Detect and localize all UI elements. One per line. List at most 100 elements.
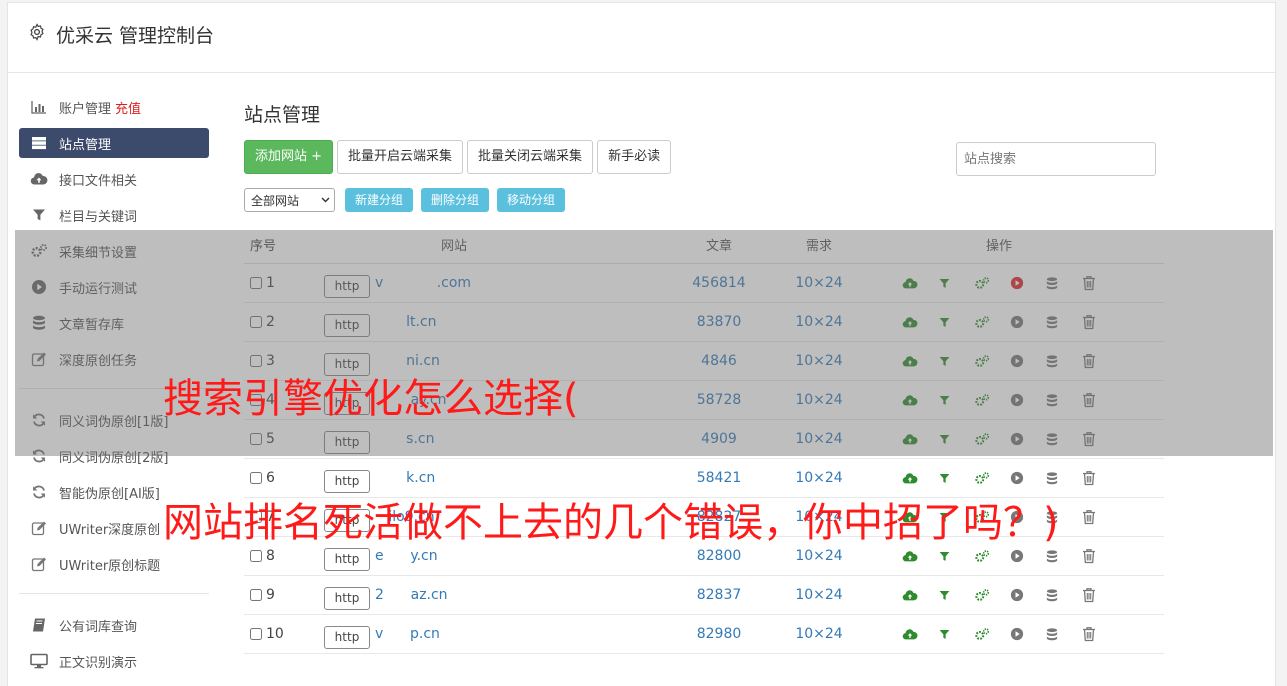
- play-icon[interactable]: [1010, 585, 1046, 605]
- protocol-badge[interactable]: http: [324, 625, 370, 649]
- play-icon[interactable]: [1010, 546, 1046, 566]
- filter-icon[interactable]: [938, 468, 974, 488]
- site-search-input[interactable]: [956, 142, 1156, 176]
- article-count[interactable]: 58421: [664, 470, 774, 486]
- cogs-icon[interactable]: [974, 585, 1010, 605]
- watermark-line-2: 网站排名死活做不上去的几个错误，你中招了吗？): [163, 500, 1059, 546]
- table-row: 10 http v p.cn 82980 10×24: [244, 615, 1164, 654]
- cloud-upload-icon[interactable]: [902, 468, 938, 488]
- database-icon[interactable]: [1046, 468, 1082, 488]
- article-count[interactable]: 82800: [664, 548, 774, 564]
- batch-enable-cloud-button[interactable]: 批量开启云端采集: [337, 140, 464, 174]
- sidebar-divider: [19, 593, 209, 594]
- watermark-line-1: 搜索引擎优化怎么选择(: [163, 376, 579, 422]
- demand-value[interactable]: 10×24: [774, 548, 864, 564]
- demand-value[interactable]: 10×24: [774, 470, 864, 486]
- filter-icon[interactable]: [938, 585, 974, 605]
- row-actions: [864, 624, 1164, 644]
- move-group-button[interactable]: 移动分组: [497, 188, 566, 212]
- site-link[interactable]: e y.cn: [375, 548, 438, 564]
- recharge-link[interactable]: 充值: [115, 98, 141, 117]
- protocol-badge[interactable]: http: [324, 586, 370, 610]
- chevron-down-icon: [321, 197, 330, 203]
- sidebar-item-label: 接口文件相关: [59, 173, 138, 189]
- trash-icon[interactable]: [1082, 507, 1118, 527]
- row-checkbox[interactable]: [250, 550, 262, 562]
- bar-chart-icon: [30, 99, 48, 115]
- play-icon[interactable]: [1010, 468, 1046, 488]
- cloud-upload-icon[interactable]: [902, 546, 938, 566]
- page-title: 站点管理: [244, 104, 321, 126]
- sidebar-item-label: 栏目与关键词: [59, 209, 138, 225]
- batch-disable-cloud-button[interactable]: 批量关闭云端采集: [467, 140, 594, 174]
- table-row: 9 http 2 az.cn 82837 10×24: [244, 576, 1164, 615]
- sidebar-item-label: 智能伪原创[AI版]: [59, 486, 160, 502]
- row-index: 8: [266, 548, 275, 564]
- demand-value[interactable]: 10×24: [774, 587, 864, 603]
- row-index: 6: [266, 470, 275, 486]
- sidebar-item-label: 账户管理: [59, 101, 112, 117]
- new-group-button[interactable]: 新建分组: [345, 188, 414, 212]
- row-site-cell: http 2 az.cn: [324, 581, 664, 610]
- top-bar: 优采云 管理控制台: [8, 3, 1275, 73]
- row-index-cell: 9: [244, 587, 324, 603]
- server-icon: [30, 135, 48, 151]
- filter-icon[interactable]: [938, 546, 974, 566]
- row-site-cell: http k.cn: [324, 464, 664, 493]
- trash-icon[interactable]: [1082, 585, 1118, 605]
- group-bar: 全部网站 新建分组 删除分组 移动分组: [244, 188, 573, 212]
- protocol-badge[interactable]: http: [324, 547, 370, 571]
- app-title: 优采云 管理控制台: [56, 25, 215, 47]
- sidebar-item-label: UWriter深度原创: [59, 522, 161, 538]
- row-actions: [864, 546, 1164, 566]
- book-icon: [30, 617, 48, 633]
- cogs-icon[interactable]: [974, 624, 1010, 644]
- article-count[interactable]: 82837: [664, 587, 774, 603]
- article-count[interactable]: 82980: [664, 626, 774, 642]
- sidebar-item[interactable]: 栏目与关键词: [19, 200, 209, 230]
- cloud-upload-icon: [30, 171, 48, 187]
- sidebar-item[interactable]: 公有词库查询: [19, 610, 209, 640]
- gear-icon: [30, 23, 44, 41]
- row-index: 10: [266, 626, 284, 642]
- site-link[interactable]: v p.cn: [375, 626, 440, 642]
- sidebar-item[interactable]: UWriter原创标题: [19, 549, 209, 579]
- trash-icon[interactable]: [1082, 546, 1118, 566]
- sidebar-item[interactable]: 账户管理 充值: [19, 92, 209, 122]
- row-checkbox[interactable]: [250, 589, 262, 601]
- delete-group-button[interactable]: 删除分组: [421, 188, 490, 212]
- row-actions: [864, 585, 1164, 605]
- group-select[interactable]: 全部网站: [244, 188, 335, 212]
- cogs-icon[interactable]: [974, 546, 1010, 566]
- row-actions: [864, 468, 1164, 488]
- cloud-upload-icon[interactable]: [902, 624, 938, 644]
- sidebar-item-label: 公有词库查询: [59, 619, 138, 635]
- sidebar-item[interactable]: 站点管理: [19, 128, 209, 158]
- sidebar-item-label: UWriter原创标题: [59, 558, 161, 574]
- sidebar-item[interactable]: 正文识别演示: [19, 646, 209, 676]
- monitor-icon: [30, 653, 48, 669]
- site-link[interactable]: 2 az.cn: [375, 587, 448, 603]
- filter-icon[interactable]: [938, 624, 974, 644]
- add-site-button[interactable]: 添加网站 +: [244, 140, 334, 174]
- play-icon[interactable]: [1010, 624, 1046, 644]
- trash-icon[interactable]: [1082, 624, 1118, 644]
- demand-value[interactable]: 10×24: [774, 626, 864, 642]
- refresh-icon: [30, 484, 48, 500]
- database-icon[interactable]: [1046, 624, 1082, 644]
- row-checkbox[interactable]: [250, 472, 262, 484]
- newbie-guide-button[interactable]: 新手必读: [597, 140, 672, 174]
- database-icon[interactable]: [1046, 546, 1082, 566]
- row-index-cell: 10: [244, 626, 324, 642]
- filter-icon: [30, 207, 48, 223]
- row-index-cell: 6: [244, 470, 324, 486]
- sidebar-item-label: 正文识别演示: [59, 655, 138, 671]
- group-select-value: 全部网站: [251, 193, 300, 208]
- database-icon[interactable]: [1046, 585, 1082, 605]
- row-checkbox[interactable]: [250, 628, 262, 640]
- site-link[interactable]: k.cn: [375, 470, 435, 486]
- trash-icon[interactable]: [1082, 468, 1118, 488]
- sidebar-item[interactable]: 接口文件相关: [19, 164, 209, 194]
- cloud-upload-icon[interactable]: [902, 585, 938, 605]
- cogs-icon[interactable]: [974, 468, 1010, 488]
